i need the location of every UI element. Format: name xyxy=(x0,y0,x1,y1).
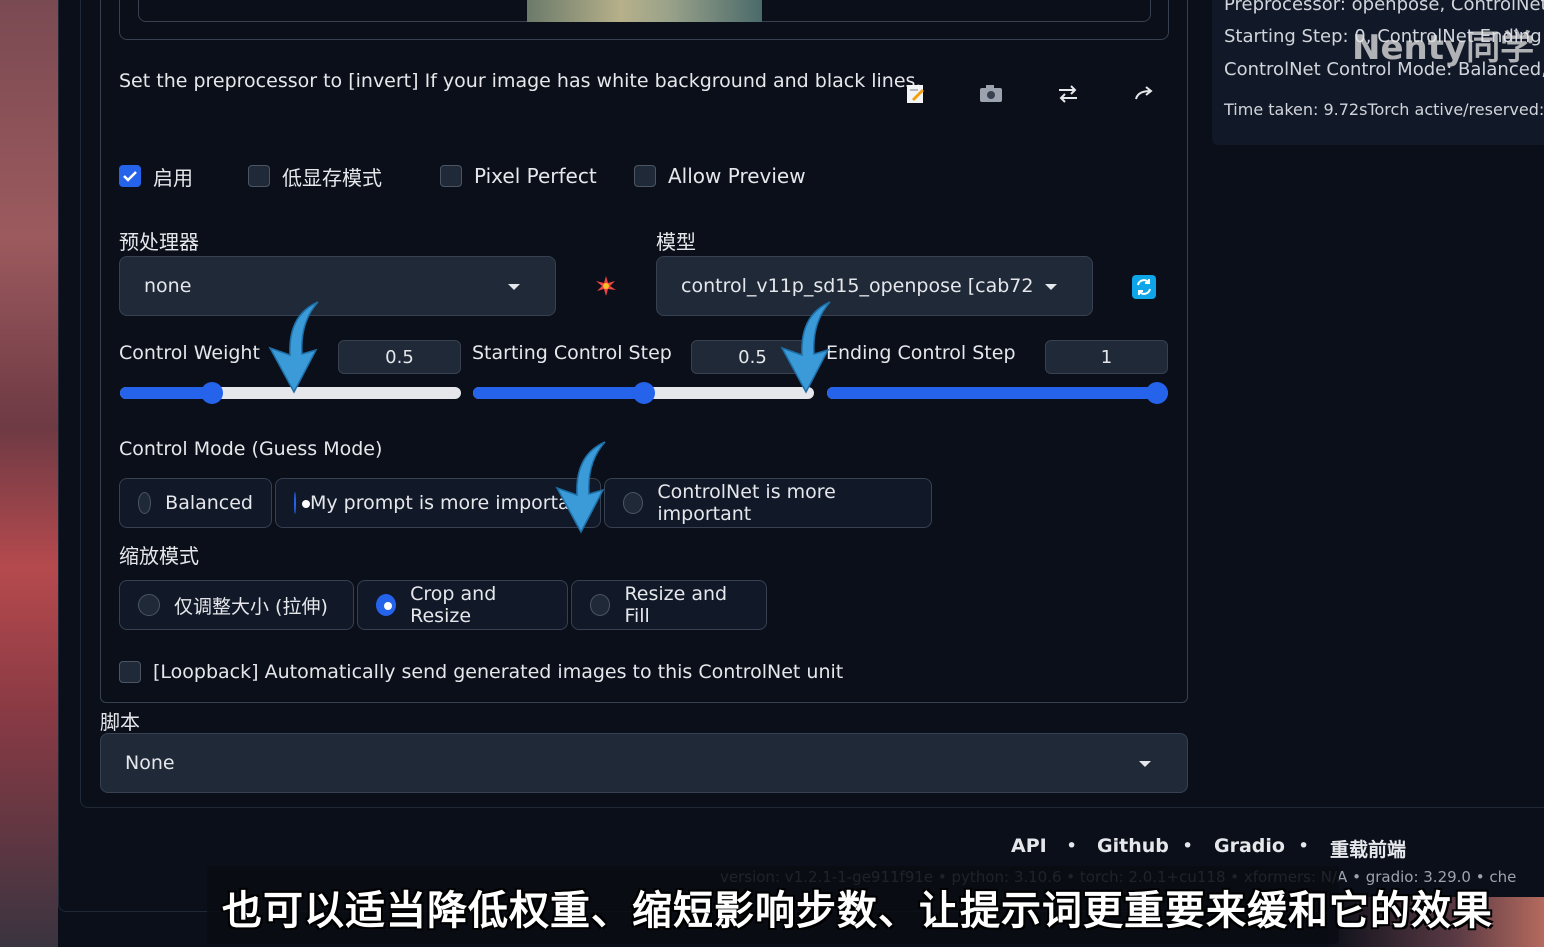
footer-separator: • xyxy=(1066,835,1078,857)
preprocessor-label: 预处理器 xyxy=(119,230,199,254)
slider-fill xyxy=(120,387,212,399)
slider-thumb[interactable] xyxy=(633,382,655,404)
model-value: control_v11p_sd15_openpose [cab727d4 xyxy=(681,275,1033,297)
preprocessor-dropdown[interactable]: none xyxy=(119,256,556,316)
arrow-down-icon xyxy=(555,441,606,534)
ending-step-slider[interactable] xyxy=(827,382,1168,404)
radio-just-resize[interactable]: 仅调整大小 (拉伸) xyxy=(119,580,354,630)
pixel-perfect-checkbox[interactable]: Pixel Perfect xyxy=(440,162,597,190)
camera-icon[interactable] xyxy=(977,80,1005,108)
preprocessor-hint: Set the preprocessor to [invert] If your… xyxy=(119,70,922,92)
footer-link-github[interactable]: Github xyxy=(1097,835,1169,857)
radio-crop-and-resize[interactable]: Crop and Resize xyxy=(357,580,568,630)
slider-fill xyxy=(473,387,644,399)
model-label: 模型 xyxy=(656,230,696,254)
footer-link-reload-ui[interactable]: 重载前端 xyxy=(1330,835,1406,862)
edit-icon[interactable] xyxy=(902,80,930,108)
control-mode-group: Balanced My prompt is more important Con… xyxy=(119,478,935,528)
script-value: None xyxy=(125,752,175,774)
watermark: Nenty同学 xyxy=(1352,28,1535,68)
arrow-down-icon xyxy=(780,301,831,394)
ending-step-label: Ending Control Step xyxy=(826,342,1016,364)
control-weight-label: Control Weight xyxy=(119,342,260,364)
preprocessor-value: none xyxy=(144,275,192,297)
starting-step-slider[interactable] xyxy=(473,382,814,404)
resize-mode-group: 仅调整大小 (拉伸) Crop and Resize Resize and Fi… xyxy=(119,580,770,630)
chevron-down-icon xyxy=(1139,761,1151,767)
footer-link-api[interactable]: API xyxy=(1011,835,1047,857)
image-preview xyxy=(527,0,762,22)
starting-step-label: Starting Control Step xyxy=(472,342,672,364)
ending-step-input[interactable]: 1 xyxy=(1045,340,1168,374)
low-vram-checkbox[interactable]: 低显存模式 xyxy=(248,162,382,190)
footer-link-gradio[interactable]: Gradio xyxy=(1214,835,1285,857)
footer-separator: • xyxy=(1298,835,1310,857)
background-art-left xyxy=(0,0,58,947)
video-subtitle: 也可以适当降低权重、缩短影响步数、让提示词更重要来缓和它的效果 xyxy=(222,888,1493,934)
control-weight-input[interactable]: 0.5 xyxy=(338,340,461,374)
info-line-1: Preprocessor: openpose, ControlNet xyxy=(1224,0,1544,15)
chevron-down-icon xyxy=(1045,284,1057,290)
model-dropdown[interactable]: control_v11p_sd15_openpose [cab727d4 xyxy=(656,256,1093,316)
script-dropdown[interactable]: None xyxy=(100,733,1188,793)
refresh-icon[interactable] xyxy=(1130,273,1158,301)
script-label: 脚本 xyxy=(100,710,140,734)
arrow-down-icon xyxy=(268,301,319,394)
enable-checkbox[interactable]: 启用 xyxy=(119,162,193,190)
slider-thumb[interactable] xyxy=(201,382,223,404)
allow-preview-label: Allow Preview xyxy=(668,164,806,188)
radio-controlnet-more-important[interactable]: ControlNet is more important xyxy=(604,478,932,528)
send-icon[interactable] xyxy=(1130,80,1158,108)
loopback-checkbox[interactable]: [Loopback] Automatically send generated … xyxy=(119,658,843,686)
pixel-perfect-label: Pixel Perfect xyxy=(474,164,597,188)
info-line-4: Time taken: 9.72sTorch active/reserved: … xyxy=(1224,100,1544,119)
resize-mode-label: 缩放模式 xyxy=(119,544,199,568)
radio-balanced[interactable]: Balanced xyxy=(119,478,272,528)
checkmark-icon xyxy=(119,165,141,187)
radio-resize-and-fill[interactable]: Resize and Fill xyxy=(571,580,767,630)
low-vram-label: 低显存模式 xyxy=(282,165,382,190)
loopback-label: [Loopback] Automatically send generated … xyxy=(153,661,844,683)
enable-label: 启用 xyxy=(153,165,193,190)
chevron-down-icon xyxy=(508,284,520,290)
allow-preview-checkbox[interactable]: Allow Preview xyxy=(634,162,806,190)
footer-separator: • xyxy=(1182,835,1194,857)
control-mode-label: Control Mode (Guess Mode) xyxy=(119,438,383,460)
slider-fill xyxy=(827,387,1168,399)
run-preprocessor-icon[interactable] xyxy=(592,272,620,300)
swap-icon[interactable] xyxy=(1054,80,1082,108)
slider-thumb[interactable] xyxy=(1146,382,1168,404)
